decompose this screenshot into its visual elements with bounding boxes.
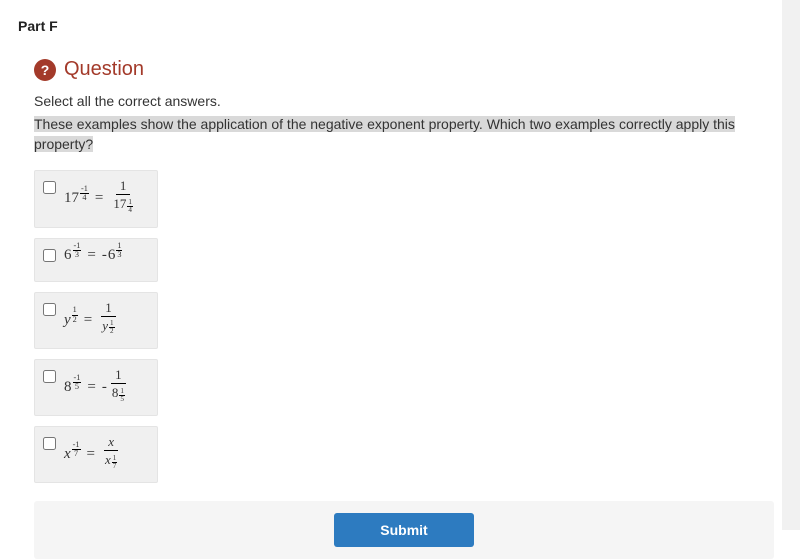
- submit-button[interactable]: Submit: [334, 513, 473, 547]
- options-list: 17-14=11714 6-13=-613 y12=1y12 8-15=-1815 x-…: [34, 170, 764, 483]
- answer-expression: 17-14=11714: [64, 179, 137, 218]
- instruction-text: Select all the correct answers.: [34, 93, 764, 109]
- highlighted-prompt: These examples show the application of t…: [34, 116, 735, 152]
- question-block: ? Question Select all the correct answer…: [18, 58, 764, 559]
- answer-option[interactable]: 8-15=-1815: [34, 359, 158, 416]
- part-label: Part F: [18, 18, 764, 34]
- answer-expression: x-17=xx17: [64, 435, 121, 474]
- answer-option[interactable]: x-17=xx17: [34, 426, 158, 483]
- answer-option[interactable]: 17-14=11714: [34, 170, 158, 227]
- answer-option[interactable]: 6-13=-613: [34, 238, 158, 282]
- submit-row: Submit: [34, 501, 774, 559]
- answer-expression: 6-13=-613: [64, 247, 122, 265]
- answer-checkbox[interactable]: [43, 181, 56, 194]
- answer-option[interactable]: y12=1y12: [34, 292, 158, 349]
- question-prompt: These examples show the application of t…: [34, 115, 764, 154]
- answer-expression: y12=1y12: [64, 301, 119, 340]
- question-heading: Question: [64, 58, 144, 81]
- answer-checkbox[interactable]: [43, 437, 56, 450]
- answer-checkbox[interactable]: [43, 249, 56, 262]
- answer-expression: 8-15=-1815: [64, 368, 129, 407]
- answer-checkbox[interactable]: [43, 303, 56, 316]
- question-header: ? Question: [34, 58, 764, 81]
- page: Part F ? Question Select all the correct…: [0, 0, 800, 530]
- answer-checkbox[interactable]: [43, 370, 56, 383]
- scrollbar-track[interactable]: [782, 0, 800, 530]
- question-mark-icon: ?: [34, 59, 56, 81]
